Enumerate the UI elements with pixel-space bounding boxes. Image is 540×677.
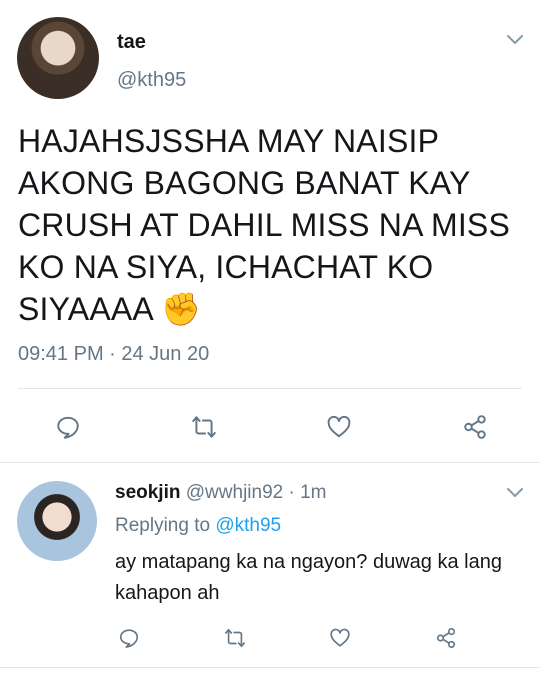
reply-button[interactable] <box>50 409 86 445</box>
share-button[interactable] <box>457 409 493 445</box>
reply-text: ay matapang ka na ngayon? duwag ka lang … <box>115 551 502 604</box>
retweet-icon <box>225 628 245 648</box>
reply-time: 1m <box>300 482 327 503</box>
retweet-button[interactable] <box>186 409 222 445</box>
heart-icon <box>330 628 350 647</box>
heart-icon <box>327 415 351 438</box>
divider <box>0 462 540 463</box>
display-name[interactable]: tae <box>117 31 146 54</box>
user-handle[interactable]: @kth95 <box>117 69 186 92</box>
avatar-seokjin[interactable] <box>17 481 97 561</box>
speech-bubble-icon <box>57 416 79 439</box>
reply-share-button[interactable] <box>428 620 464 656</box>
retweet-icon <box>192 416 216 438</box>
like-button[interactable] <box>321 409 357 445</box>
replying-prefix: Replying to <box>115 515 211 536</box>
share-icon <box>436 628 456 648</box>
chevron-down-icon[interactable] <box>506 34 524 46</box>
reply-retweet-button[interactable] <box>217 620 253 656</box>
reply-header: seokjin @wwhjin92 · 1m <box>115 482 327 504</box>
reply-like-button[interactable] <box>322 620 358 656</box>
avatar-tae[interactable] <box>17 17 99 99</box>
tweet-text: HAJAHSJSSHA MAY NAISIP AKONG BAGONG BANA… <box>18 120 523 330</box>
tweet-body: HAJAHSJSSHA MAY NAISIP AKONG BAGONG BANA… <box>18 123 511 327</box>
reply-reply-button[interactable] <box>111 620 147 656</box>
replying-to-mention[interactable]: @kth95 <box>215 515 281 536</box>
reply-handle[interactable]: @wwhjin92 <box>186 482 283 503</box>
replying-to-line: Replying to @kth95 <box>115 515 281 537</box>
divider <box>0 667 540 668</box>
reply-separator: · <box>288 482 295 503</box>
tweet-timestamp: 09:41 PM · 24 Jun 20 <box>18 343 210 365</box>
chevron-down-icon[interactable] <box>506 487 524 499</box>
speech-bubble-icon <box>119 629 139 648</box>
divider <box>18 388 522 389</box>
share-icon <box>464 415 486 439</box>
raised-fist-emoji: ✊ <box>161 291 202 327</box>
reply-display-name[interactable]: seokjin <box>115 482 180 503</box>
